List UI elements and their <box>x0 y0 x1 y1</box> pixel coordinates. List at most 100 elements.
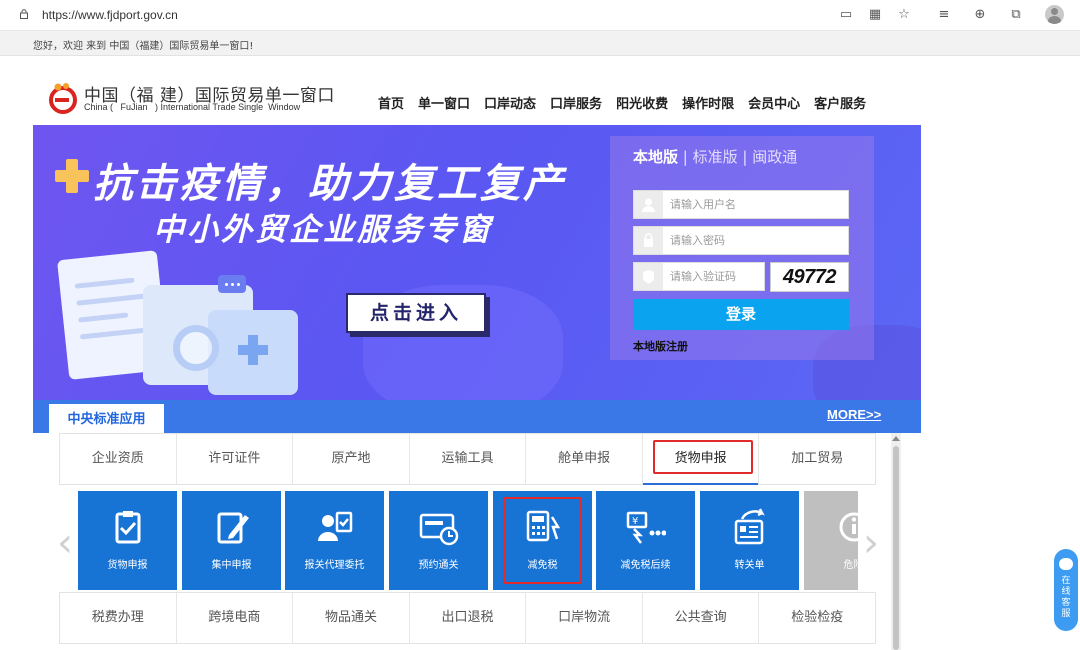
nav-port-services[interactable]: 口岸服务 <box>550 93 602 112</box>
tab-cross-border-ecommerce[interactable]: 跨境电商 <box>177 593 294 643</box>
browser-address-bar: https://www.fjdport.gov.cn ▭ ▦ ☆ ≡ ⊕ ⧉ <box>0 0 1080 31</box>
tab-inspection-quarantine[interactable]: 检验检疫 <box>759 593 875 643</box>
login-tab-local[interactable]: 本地版 <box>633 148 678 166</box>
username-input[interactable] <box>670 196 840 213</box>
banner-subline: 中小外贸企业服务专窗 <box>153 212 493 248</box>
tile-transfer-document[interactable]: 转关单 <box>700 491 799 590</box>
tab-enterprise-qualification[interactable]: 企业资质 <box>60 434 177 484</box>
url-text[interactable]: https://www.fjdport.gov.cn <box>42 8 178 22</box>
tab-transport[interactable]: 运输工具 <box>410 434 527 484</box>
nav-port-news[interactable]: 口岸动态 <box>484 93 536 112</box>
medical-cross-icon <box>238 335 268 365</box>
nav-member-center[interactable]: 会员中心 <box>748 93 800 112</box>
tile-label: 转关单 <box>734 560 765 571</box>
tab-tax-payment[interactable]: 税费办理 <box>60 593 177 643</box>
register-link[interactable]: 本地版注册 <box>633 338 688 354</box>
login-tab-standard[interactable]: 标准版 <box>693 148 738 166</box>
login-panel: 本地版 | 标准版 | 闽政通 49772 登录 本地版注册 <box>610 136 874 360</box>
tile-appointment-clearance[interactable]: 预约通关 <box>389 491 488 590</box>
schedule-clock-icon <box>419 513 459 546</box>
tile-label: 减免税后续 <box>620 560 671 571</box>
welcome-text: 您好，欢迎 来到 中国（福建）国际贸易单一窗口! <box>33 41 254 52</box>
logo-icon[interactable] <box>49 82 77 114</box>
tab-processing-trade[interactable]: 加工贸易 <box>759 434 875 484</box>
tile-centralized-declaration[interactable]: 集中申报 <box>182 491 281 590</box>
tile-goods-declaration[interactable]: 货物申报 <box>78 491 177 590</box>
service-tiles: 货物申报 集中申报 报关代理委托 预约通关 减免税 ¥ 减免税后续 转关单 危 <box>78 491 858 590</box>
svg-text:¥: ¥ <box>632 516 638 527</box>
tab-manifest[interactable]: 舱单申报 <box>526 434 643 484</box>
tab-separator: | <box>682 148 693 166</box>
collections-icon[interactable]: ⊕ <box>972 7 988 23</box>
tile-label: 预约通关 <box>418 560 459 571</box>
more-link[interactable]: MORE>> <box>827 407 881 422</box>
scroll-thumb[interactable] <box>893 446 899 650</box>
tile-customs-agent[interactable]: 报关代理委托 <box>285 491 384 590</box>
chat-bubble-icon <box>1059 558 1073 570</box>
welcome-bar: 您好，欢迎 来到 中国（福建）国际贸易单一窗口! <box>0 31 1080 56</box>
lock-icon <box>634 227 663 254</box>
tile-tax-reduction-followup[interactable]: ¥ 减免税后续 <box>596 491 695 590</box>
highlight-box <box>653 440 753 474</box>
password-field <box>633 226 849 255</box>
tab-separator: | <box>742 148 753 166</box>
apps-icon[interactable]: ▦ <box>867 7 883 23</box>
transfer-document-icon <box>734 508 765 545</box>
app-strip: 中央标准应用 MORE>> <box>33 400 921 433</box>
profile-avatar[interactable] <box>1045 5 1064 24</box>
extensions-icon[interactable]: ⧉ <box>1008 7 1024 23</box>
main-nav: 首页 单一窗口 口岸动态 口岸服务 阳光收费 操作时限 会员中心 客户服务 <box>378 93 880 112</box>
captcha-input[interactable] <box>670 268 762 285</box>
tile-dangerous-goods[interactable]: 危险 <box>804 491 858 590</box>
lock-icon[interactable] <box>19 9 29 19</box>
category-tabs-2: 税费办理 跨境电商 物品通关 出口退税 口岸物流 公共查询 检验检疫 <box>59 592 876 644</box>
tab-license[interactable]: 许可证件 <box>177 434 294 484</box>
tile-label: 货物申报 <box>107 560 148 571</box>
magnifier-illustration <box>173 325 219 371</box>
warning-icon <box>839 512 858 542</box>
edit-document-icon <box>217 512 249 544</box>
tile-label: 集中申报 <box>211 560 252 571</box>
captcha-image[interactable]: 49772 <box>770 262 849 292</box>
nav-time-limits[interactable]: 操作时限 <box>682 93 734 112</box>
password-input[interactable] <box>670 232 840 249</box>
prev-arrow-icon[interactable]: ‹ <box>57 520 73 566</box>
scroll-up-icon[interactable] <box>892 436 900 441</box>
tile-label: 报关代理委托 <box>304 560 365 571</box>
login-button[interactable]: 登录 <box>633 299 849 330</box>
online-service-label: 在线客服 <box>1061 576 1071 619</box>
user-icon <box>634 191 663 218</box>
category-tabs: 企业资质 许可证件 原产地 运输工具 舱单申报 货物申报 加工贸易 <box>59 433 876 485</box>
tab-central-standard-apps[interactable]: 中央标准应用 <box>49 404 164 433</box>
captcha-field <box>633 262 765 291</box>
chat-bubble-icon <box>218 275 246 293</box>
highlight-box <box>503 497 582 584</box>
scrollbar[interactable] <box>891 433 901 650</box>
favorites-list-icon[interactable]: ≡ <box>936 7 952 23</box>
next-arrow-icon[interactable]: › <box>863 520 879 566</box>
tab-port-logistics[interactable]: 口岸物流 <box>526 593 643 643</box>
login-tab-mzt[interactable]: 闽政通 <box>752 148 797 166</box>
agent-delegate-icon <box>318 511 353 541</box>
tab-origin[interactable]: 原产地 <box>293 434 410 484</box>
username-field <box>633 190 849 219</box>
nav-home[interactable]: 首页 <box>378 93 404 112</box>
plus-icon <box>55 159 89 193</box>
online-service-button[interactable]: 在线客服 <box>1054 549 1078 631</box>
tab-goods-clearance[interactable]: 物品通关 <box>293 593 410 643</box>
reader-view-icon[interactable]: ▭ <box>838 7 854 23</box>
shield-icon <box>634 263 663 290</box>
logo-title-en[interactable]: China ( FuJian ) International Trade Sin… <box>84 102 300 112</box>
nav-sunshine-fees[interactable]: 阳光收费 <box>616 93 668 112</box>
clipboard-check-icon <box>115 511 141 544</box>
enter-button[interactable]: 点击进入 <box>346 293 486 333</box>
tax-followup-icon: ¥ <box>626 511 666 544</box>
nav-customer-service[interactable]: 客户服务 <box>814 93 866 112</box>
banner-headline: 抗击疫情，助力复工复产 <box>93 161 566 207</box>
nav-single-window[interactable]: 单一窗口 <box>418 93 470 112</box>
tab-public-query[interactable]: 公共查询 <box>643 593 760 643</box>
tile-label: 危险 <box>843 560 859 571</box>
tab-export-tax-refund[interactable]: 出口退税 <box>410 593 527 643</box>
favorite-star-icon[interactable]: ☆ <box>896 7 912 23</box>
login-tabs: 本地版 | 标准版 | 闽政通 <box>633 146 797 167</box>
